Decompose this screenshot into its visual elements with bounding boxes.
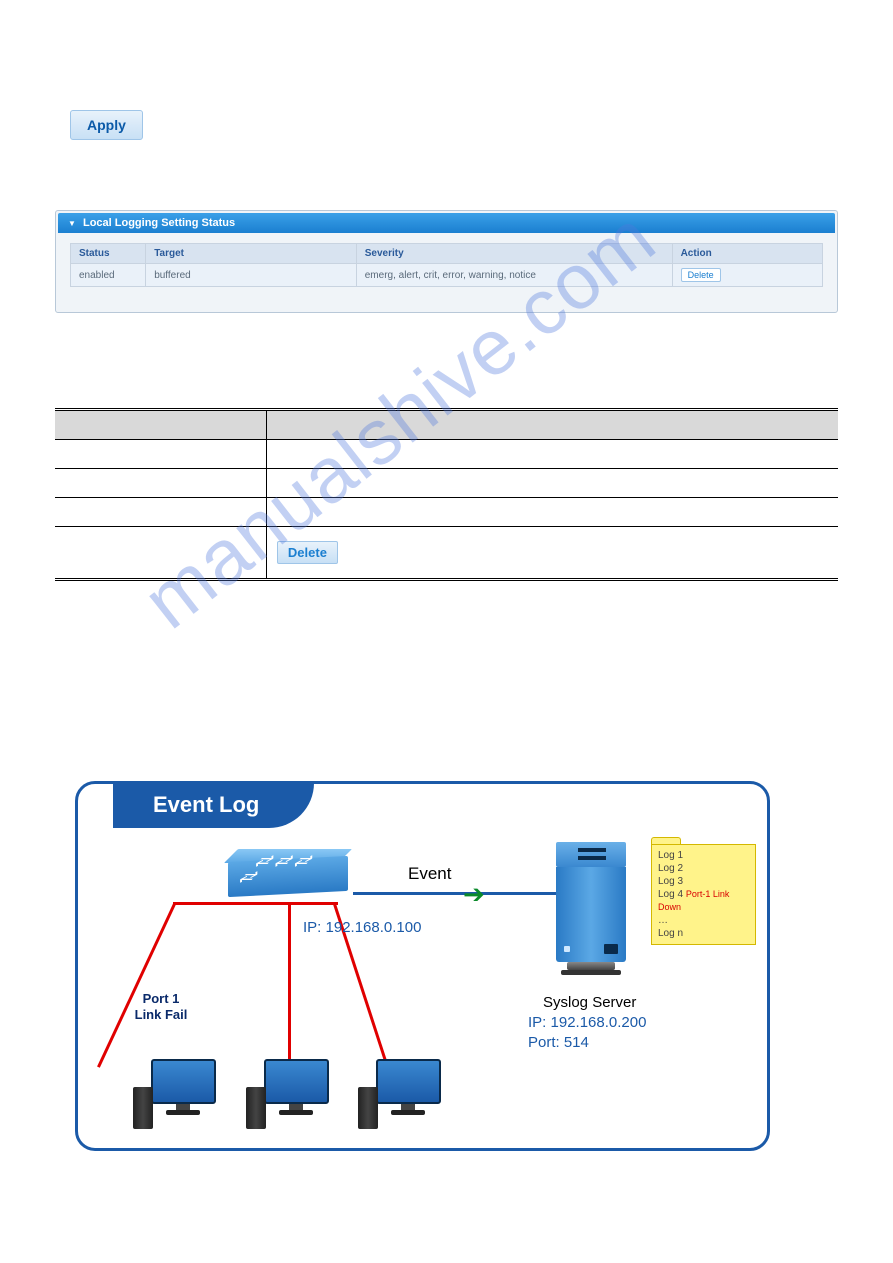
log-item: Log 1 bbox=[658, 849, 749, 862]
cell-action: Delete bbox=[672, 264, 822, 287]
event-label: Event bbox=[408, 864, 451, 884]
burst-line2: Link Fail bbox=[135, 1007, 188, 1022]
server-icon bbox=[556, 842, 626, 982]
desc-cell bbox=[266, 469, 838, 498]
log-item: Log n bbox=[658, 927, 749, 940]
col-status: Status bbox=[71, 244, 146, 264]
desc-row: Delete bbox=[55, 527, 838, 580]
collapse-icon: ▼ bbox=[68, 219, 76, 228]
delete-row-button[interactable]: Delete bbox=[681, 268, 721, 282]
client-pc-icon bbox=[368, 1059, 448, 1144]
burst-line1: Port 1 bbox=[143, 991, 180, 1006]
client-pc-icon bbox=[143, 1059, 223, 1144]
panel-header: ▼ Local Logging Setting Status bbox=[58, 213, 835, 233]
desc-cell bbox=[266, 440, 838, 469]
switch-icon: ⇄⇄⇄⇄ bbox=[228, 859, 348, 904]
desc-cell bbox=[55, 469, 266, 498]
col-action: Action bbox=[672, 244, 822, 264]
switch-ip-label: IP: 192.168.0.100 bbox=[303, 919, 421, 936]
diagram-title: Event Log bbox=[113, 782, 314, 828]
table-row: enabled buffered emerg, alert, crit, err… bbox=[71, 264, 823, 287]
cell-target: buffered bbox=[146, 264, 357, 287]
server-port-label: Port: 514 bbox=[528, 1034, 589, 1051]
panel-title: Local Logging Setting Status bbox=[83, 217, 235, 229]
desc-cell bbox=[55, 440, 266, 469]
desc-cell-action: Delete bbox=[266, 527, 838, 580]
cable-icon bbox=[288, 904, 291, 1069]
desc-header-row bbox=[55, 410, 838, 440]
server-ip-label: IP: 192.168.0.200 bbox=[528, 1014, 646, 1031]
col-severity: Severity bbox=[356, 244, 672, 264]
client-pc-icon bbox=[256, 1059, 336, 1144]
desc-col1 bbox=[55, 410, 266, 440]
event-log-diagram: Event Log ⇄⇄⇄⇄ Event ➔ IP: 192.168.0.100… bbox=[75, 781, 770, 1151]
log-item: Log 3 bbox=[658, 875, 749, 888]
status-table: Status Target Severity Action enabled bu… bbox=[70, 243, 823, 287]
desc-cell bbox=[266, 498, 838, 527]
desc-row bbox=[55, 440, 838, 469]
desc-col2 bbox=[266, 410, 838, 440]
event-line-icon bbox=[353, 892, 563, 895]
desc-cell bbox=[55, 527, 266, 580]
cable-icon bbox=[173, 902, 338, 905]
description-table: Delete bbox=[55, 408, 838, 581]
log-item-text: Log 4 bbox=[658, 889, 683, 900]
cell-severity: emerg, alert, crit, error, warning, noti… bbox=[356, 264, 672, 287]
log-item: Log 4 Port-1 Link Down bbox=[658, 888, 749, 914]
desc-row bbox=[55, 498, 838, 527]
log-item: … bbox=[658, 914, 749, 927]
arrow-right-icon: ➔ bbox=[463, 879, 485, 910]
table-header-row: Status Target Severity Action bbox=[71, 244, 823, 264]
logging-status-panel: ▼ Local Logging Setting Status Status Ta… bbox=[55, 210, 838, 313]
desc-row bbox=[55, 469, 838, 498]
cell-status: enabled bbox=[71, 264, 146, 287]
col-target: Target bbox=[146, 244, 357, 264]
panel-body: Status Target Severity Action enabled bu… bbox=[58, 233, 835, 287]
log-item: Log 2 bbox=[658, 862, 749, 875]
log-list: Log 1 Log 2 Log 3 Log 4 Port-1 Link Down… bbox=[651, 844, 756, 945]
server-label: Syslog Server bbox=[543, 994, 636, 1011]
apply-button[interactable]: Apply bbox=[70, 110, 143, 140]
desc-cell bbox=[55, 498, 266, 527]
delete-button[interactable]: Delete bbox=[277, 541, 338, 564]
alert-burst: Port 1 Link Fail bbox=[116, 974, 206, 1039]
